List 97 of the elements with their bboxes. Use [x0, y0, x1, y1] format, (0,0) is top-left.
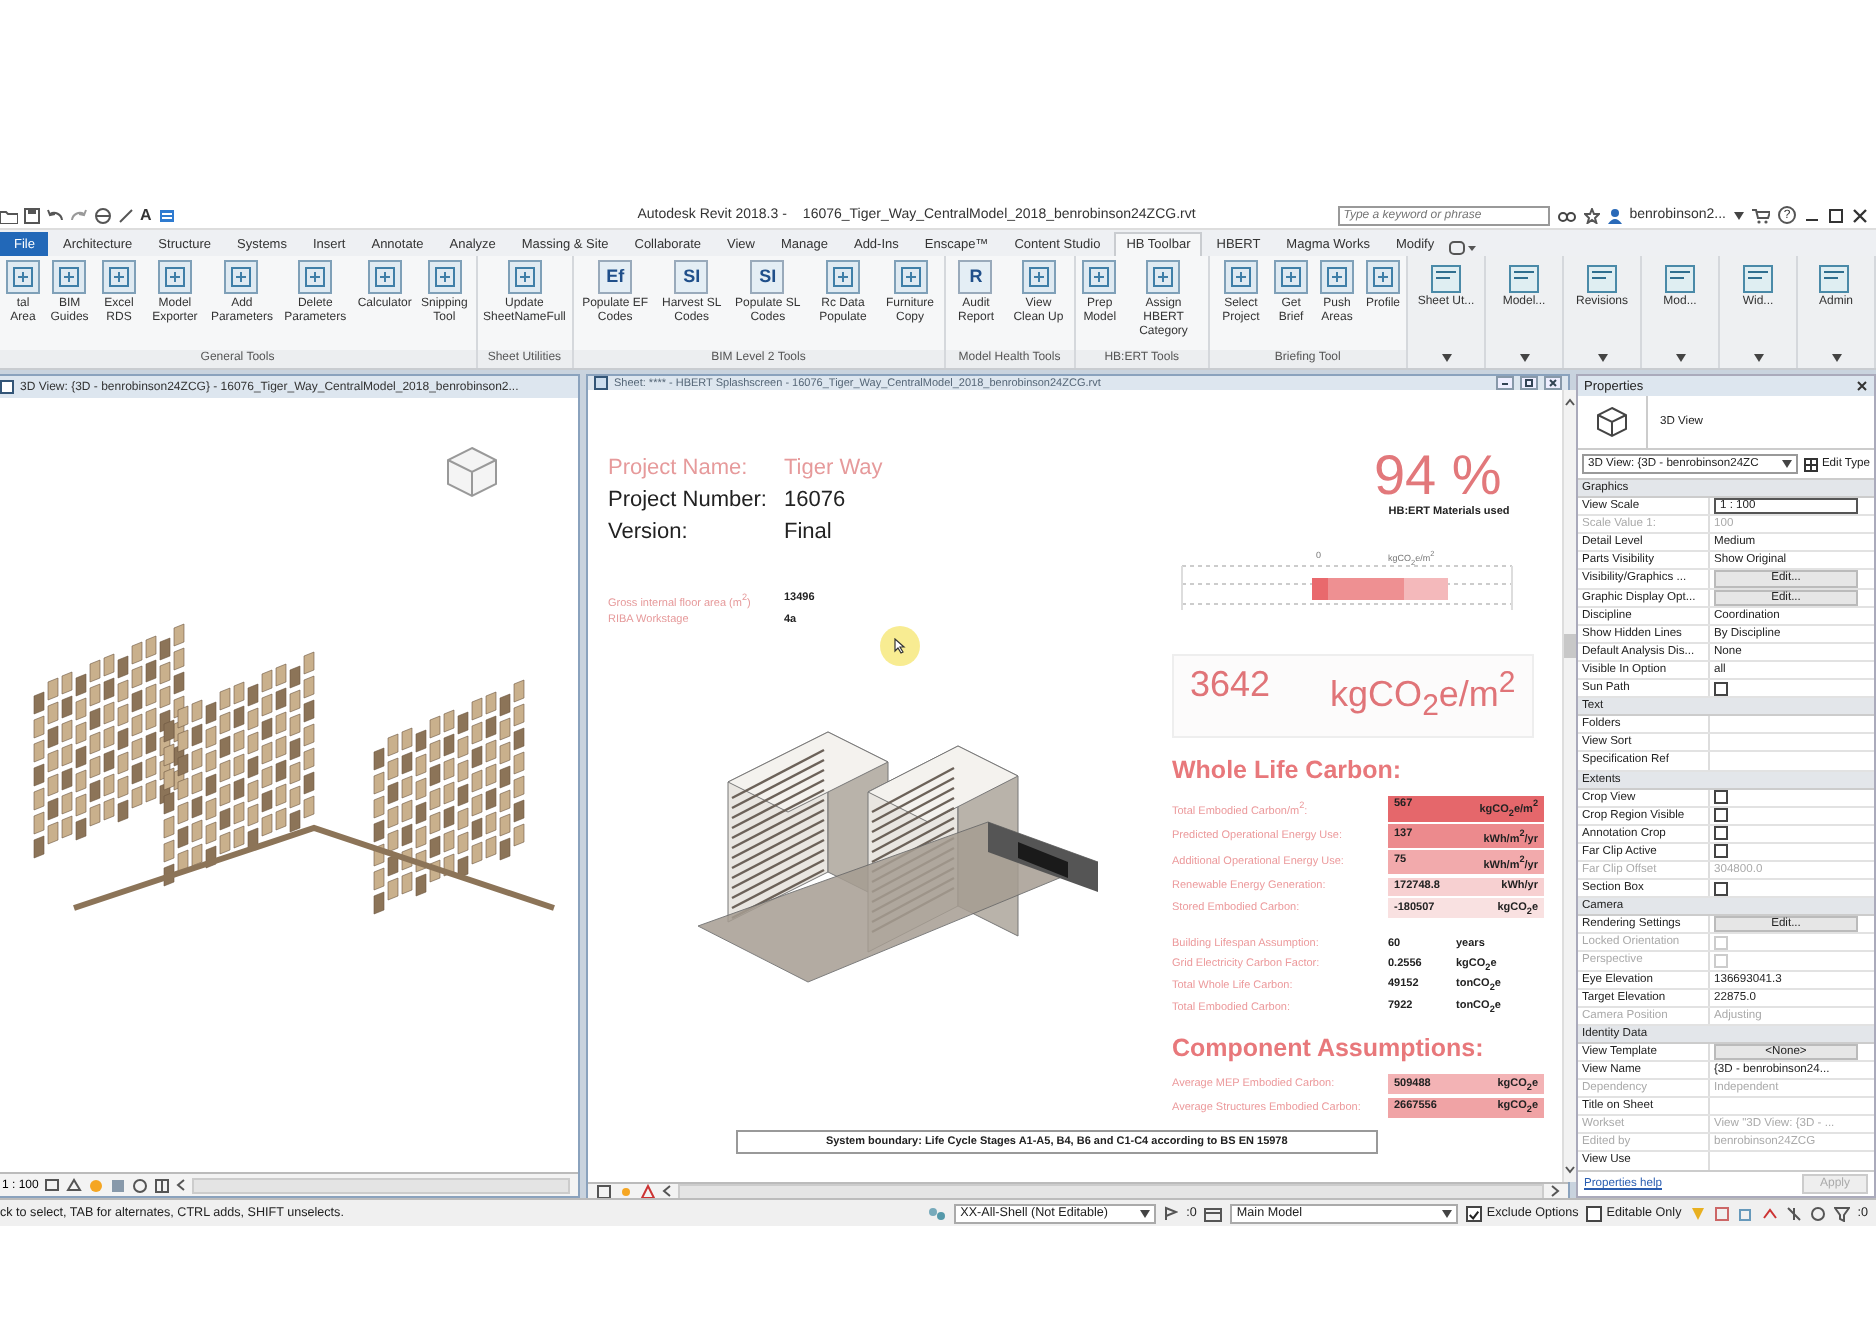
- field-value: Final: [784, 518, 834, 548]
- checkbox[interactable]: [1714, 881, 1728, 896]
- field-label: Version:: [608, 518, 690, 548]
- caret-icon: [1442, 1209, 1453, 1217]
- restore-icon[interactable]: [1520, 376, 1538, 390]
- checkbox[interactable]: [1714, 681, 1728, 696]
- caret-icon[interactable]: [1734, 211, 1744, 219]
- binoculars-icon[interactable]: [1557, 208, 1576, 222]
- undo-icon[interactable]: [46, 207, 64, 223]
- checkbox[interactable]: [1586, 1205, 1603, 1221]
- headline-unit: kgCO$_{2}$e/m$^{2}$: [1330, 664, 1516, 728]
- tool-icon: [1146, 260, 1181, 294]
- view-control-icon[interactable]: [154, 1177, 171, 1193]
- scroll-thumb[interactable]: [1563, 633, 1576, 658]
- panel-icon: [1429, 262, 1463, 296]
- tool-icon: [102, 260, 137, 294]
- checkbox[interactable]: [1714, 808, 1728, 823]
- tool-icon: [1365, 260, 1400, 294]
- edit-type-icon: [1803, 457, 1818, 471]
- panel-icon: [1507, 262, 1541, 296]
- panel-icon: [1818, 262, 1853, 296]
- tool-icon: [1021, 260, 1056, 294]
- scroll-left-icon[interactable]: [176, 1178, 187, 1192]
- tool-icon: Ef: [598, 260, 633, 294]
- tool-icon: R: [958, 260, 993, 294]
- redo-icon[interactable]: [70, 207, 88, 223]
- view-control-icon[interactable]: [596, 1183, 612, 1198]
- scroll-bar[interactable]: [678, 1183, 1544, 1198]
- field-label: Project Name:: [608, 454, 750, 484]
- design-options-icon[interactable]: [1204, 1205, 1223, 1221]
- view-icon[interactable]: [157, 207, 176, 223]
- viewcube-icon[interactable]: [442, 442, 502, 502]
- checkbox[interactable]: [1466, 1205, 1483, 1221]
- close-icon[interactable]: [1852, 207, 1868, 223]
- warning-icon[interactable]: [640, 1183, 656, 1198]
- star-icon[interactable]: [1583, 207, 1600, 223]
- field-label: Project Number:: [608, 486, 769, 516]
- minimize-icon[interactable]: [1496, 376, 1514, 390]
- status-tool-icon[interactable]: [1785, 1205, 1802, 1221]
- caret-icon[interactable]: [1753, 354, 1763, 362]
- text-tool[interactable]: A: [140, 206, 152, 224]
- panel-icon: [1741, 262, 1775, 296]
- sheet-icon: [594, 376, 608, 390]
- caret-icon: [1781, 460, 1792, 468]
- panel-icon: [1663, 262, 1697, 296]
- percentage-figure: 94 %: [1373, 446, 1502, 506]
- tool-icon: [224, 260, 259, 294]
- view-type-icon: [1596, 406, 1628, 438]
- scroll-left-icon[interactable]: [662, 1184, 672, 1198]
- folder-icon[interactable]: [0, 207, 18, 223]
- tool-icon: [367, 260, 402, 294]
- checkbox[interactable]: [1714, 826, 1728, 841]
- field-value: Tiger Way: [784, 454, 885, 484]
- tool-icon: [427, 260, 462, 294]
- section-heading: Whole Life Carbon:: [1172, 755, 1404, 784]
- tool-icon: SI: [750, 260, 785, 294]
- maximize-icon[interactable]: [1828, 207, 1844, 223]
- panel-icon: [1585, 262, 1619, 296]
- tool-icon: [1274, 260, 1309, 294]
- tool-icon: [1320, 260, 1355, 294]
- section-heading: Component Assumptions:: [1172, 1034, 1486, 1063]
- user-icon[interactable]: [1607, 207, 1622, 223]
- tool-icon: [1082, 260, 1117, 294]
- close-icon[interactable]: [1856, 380, 1868, 392]
- caret-icon[interactable]: [1597, 354, 1607, 362]
- close-icon[interactable]: [1544, 376, 1562, 390]
- filter-icon[interactable]: [1833, 1205, 1850, 1221]
- tool-icon: [825, 260, 860, 294]
- field-value: 16076: [784, 486, 848, 516]
- scroll-right-icon[interactable]: [1550, 1184, 1560, 1198]
- checkbox[interactable]: [1714, 790, 1728, 805]
- tool-icon: [298, 260, 333, 294]
- save-icon[interactable]: [24, 207, 40, 223]
- scroll-bar[interactable]: [192, 1177, 570, 1193]
- tool-icon: [157, 260, 192, 294]
- tool-icon: [1223, 260, 1258, 294]
- tool-icon: [893, 260, 927, 294]
- tool-icon: SI: [674, 260, 709, 294]
- scroll-down-icon[interactable]: [1563, 1165, 1576, 1174]
- workset-icon[interactable]: [928, 1205, 947, 1221]
- view-icon: [0, 380, 14, 394]
- panel-toggle-icon[interactable]: [1448, 240, 1477, 256]
- caret-icon[interactable]: [1519, 354, 1529, 362]
- tool-icon: [52, 260, 87, 294]
- caret-icon: [1140, 1209, 1151, 1217]
- status-tool-icon[interactable]: [1809, 1205, 1826, 1221]
- checkbox[interactable]: [1714, 844, 1728, 859]
- caret-icon[interactable]: [1441, 354, 1451, 362]
- headline-value: 3642: [1190, 662, 1271, 708]
- tool-icon: [6, 260, 40, 294]
- caret-icon[interactable]: [1831, 354, 1841, 362]
- scroll-up-icon[interactable]: [1563, 398, 1576, 406]
- caret-icon[interactable]: [1675, 354, 1685, 362]
- line-icon[interactable]: [118, 207, 134, 223]
- cart-icon[interactable]: [1752, 207, 1770, 223]
- tool-icon: [507, 260, 542, 294]
- pointer-icon: [894, 638, 906, 654]
